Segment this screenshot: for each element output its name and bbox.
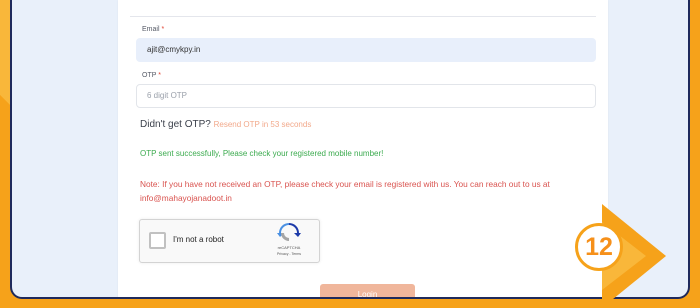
- resend-otp-link[interactable]: Resend OTP in 53 seconds: [214, 120, 312, 129]
- otp-label: OTP *: [142, 72, 161, 79]
- recaptcha-brand: reCAPTCHA: [277, 245, 301, 250]
- email-label: Email *: [142, 26, 164, 33]
- required-mark: *: [158, 72, 161, 79]
- recaptcha-links[interactable]: Privacy - Terms: [267, 252, 311, 256]
- otp-success-message: OTP sent successfully, Please check your…: [140, 149, 384, 158]
- recaptcha-widget: I'm not a robot reCAPTCHA Privacy - Term…: [139, 219, 320, 263]
- email-field[interactable]: ajit@cmykpy.in: [136, 38, 596, 62]
- recaptcha-logo-icon: [277, 223, 301, 241]
- resend-row: Didn't get OTP? Resend OTP in 53 seconds: [140, 119, 311, 130]
- otp-note-message: Note: If you have not received an OTP, p…: [140, 179, 550, 203]
- recaptcha-checkbox[interactable]: [149, 232, 166, 249]
- slide-frame: Email * ajit@cmykpy.in OTP * 6 digit OTP…: [0, 0, 700, 308]
- otp-field[interactable]: 6 digit OTP: [136, 84, 596, 108]
- login-button[interactable]: Login: [320, 284, 415, 297]
- otp-label-text: OTP: [142, 72, 157, 79]
- divider: [130, 16, 596, 17]
- recaptcha-label: I'm not a robot: [173, 235, 224, 244]
- resend-prompt: Didn't get OTP?: [140, 119, 211, 130]
- login-card: Email * ajit@cmykpy.in OTP * 6 digit OTP…: [118, 0, 608, 297]
- step-number-badge: 12: [575, 223, 623, 271]
- email-label-text: Email: [142, 26, 160, 33]
- required-mark: *: [161, 26, 165, 33]
